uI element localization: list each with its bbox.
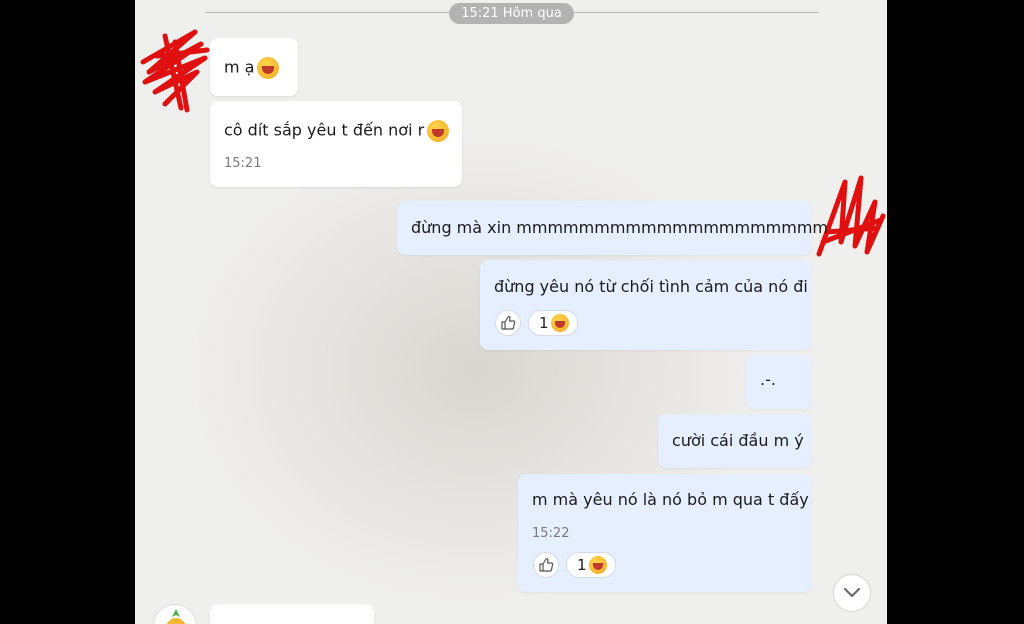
message-text: đừng mà xin mmmmmmmmmmmmmmmmmmmm bbox=[411, 218, 829, 237]
laughing-emoji bbox=[427, 120, 450, 142]
red-scribble-left bbox=[140, 29, 210, 113]
reaction-count-pill[interactable]: 1 bbox=[528, 310, 578, 336]
laughing-emoji bbox=[588, 556, 607, 574]
thumbs-up-icon bbox=[539, 557, 554, 572]
message-text: .-. bbox=[760, 370, 776, 389]
message-time: 15:21 bbox=[224, 156, 262, 171]
avatar-pineapple-icon bbox=[166, 609, 186, 624]
reaction-count-pill[interactable]: 1 bbox=[566, 552, 616, 578]
laughing-emoji bbox=[550, 314, 569, 332]
reaction-count: 1 bbox=[539, 314, 549, 332]
message-text: cô dít sắp yêu t đến nơi r bbox=[224, 120, 425, 140]
like-button[interactable] bbox=[495, 310, 521, 336]
message-bubble-incoming[interactable]: m ạ bbox=[210, 38, 298, 96]
message-bubble-outgoing[interactable]: đừng yêu nó từ chối tình cảm của nó đi 1 bbox=[480, 260, 812, 350]
scroll-down-button[interactable] bbox=[833, 574, 871, 612]
message-text: cười cái đầu m ý bbox=[672, 431, 804, 450]
message-text: m ạ bbox=[224, 57, 255, 77]
message-text: đừng yêu nó từ chối tình cảm của nó đi bbox=[494, 277, 808, 296]
thumbs-up-icon bbox=[501, 315, 516, 330]
message-time: 15:22 bbox=[532, 526, 570, 541]
message-bubble-outgoing[interactable]: .-. bbox=[746, 355, 812, 409]
message-bubble-outgoing[interactable]: đừng mà xin mmmmmmmmmmmmmmmmmmmm bbox=[397, 201, 828, 255]
message-text: m mà yêu nó là nó bỏ m qua t đấy bbox=[532, 490, 809, 509]
chat-panel: 15:21 Hôm qua m ạ cô dít sắp yêu t đến n… bbox=[135, 0, 887, 624]
reaction-count: 1 bbox=[577, 556, 587, 574]
laughing-emoji bbox=[257, 57, 280, 79]
like-button[interactable] bbox=[533, 552, 559, 578]
message-bubble-outgoing[interactable]: m mà yêu nó là nó bỏ m qua t đấy 15:22 1 bbox=[518, 474, 812, 592]
date-separator: 15:21 Hôm qua bbox=[449, 3, 574, 24]
message-bubble-outgoing[interactable]: cười cái đầu m ý bbox=[658, 414, 812, 468]
message-bubble-incoming[interactable] bbox=[210, 604, 374, 624]
avatar[interactable] bbox=[153, 604, 197, 624]
chevron-down-icon bbox=[844, 588, 860, 597]
red-scribble-right bbox=[816, 175, 886, 257]
message-bubble-incoming[interactable]: cô dít sắp yêu t đến nơi r 15:21 bbox=[210, 101, 462, 187]
